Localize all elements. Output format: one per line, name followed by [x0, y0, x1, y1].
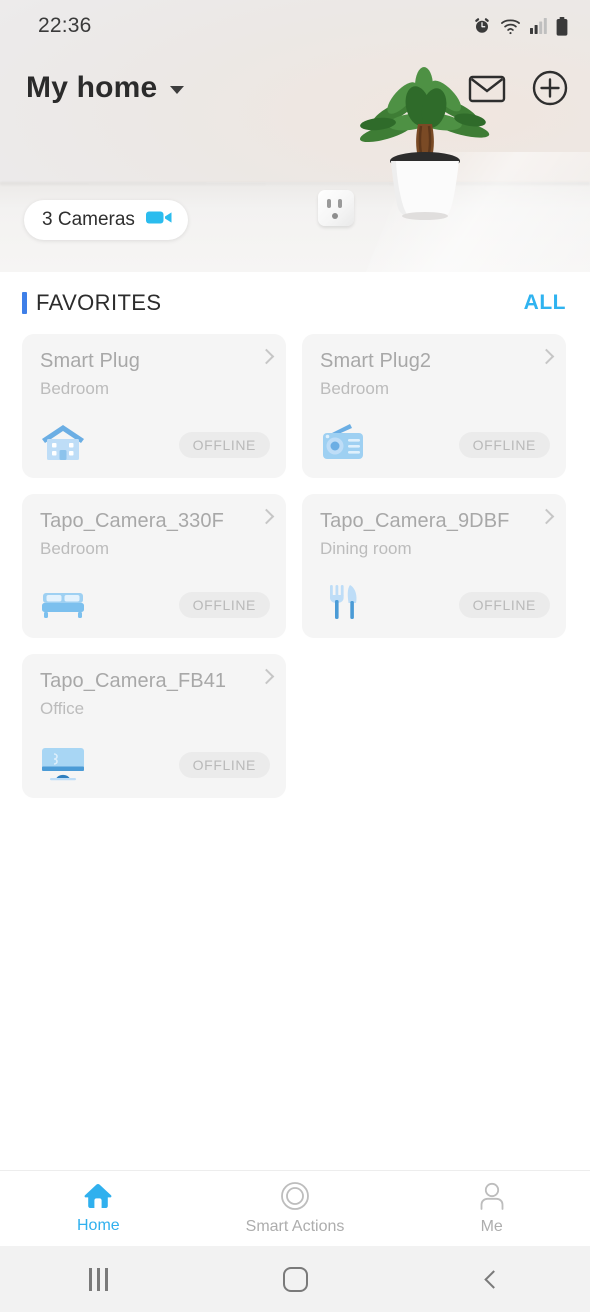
all-link[interactable]: ALL	[524, 291, 568, 315]
circle-target-icon	[280, 1181, 310, 1211]
device-name: Tapo_Camera_330F	[40, 510, 224, 532]
alarm-icon	[473, 17, 491, 35]
android-system-bar	[0, 1246, 590, 1312]
main-content: FAVORITES ALL Smart Plug Bedroom OFFLINE…	[0, 272, 590, 1170]
smart-plug-photo	[318, 190, 354, 226]
nav-item-home[interactable]: Home	[0, 1182, 197, 1235]
nav-item-me[interactable]: Me	[393, 1182, 590, 1236]
home-square-icon	[282, 1266, 308, 1292]
page-title: My home	[26, 71, 158, 104]
status-badge: OFFLINE	[178, 432, 270, 458]
status-badge: OFFLINE	[178, 592, 270, 618]
section-title: FAVORITES	[36, 290, 162, 315]
status-badge: OFFLINE	[178, 752, 270, 778]
nav-label-smart-actions: Smart Actions	[245, 1218, 345, 1235]
status-icon-group	[473, 16, 568, 36]
hero-banner: 22:36 My home 3 Cameras	[0, 0, 590, 272]
device-card[interactable]: Smart Plug Bedroom OFFLINE	[22, 334, 286, 478]
battery-icon	[556, 16, 568, 36]
camera-count-pill[interactable]: 3 Cameras	[24, 200, 188, 240]
chevron-down-icon[interactable]	[170, 86, 185, 94]
camcorder-icon	[145, 209, 172, 231]
device-room: Bedroom	[40, 379, 109, 398]
home-button[interactable]	[197, 1266, 394, 1292]
bottom-navigation: Home Smart Actions Me	[0, 1170, 590, 1246]
status-bar: 22:36	[0, 0, 590, 52]
status-badge: OFFLINE	[458, 592, 550, 618]
device-card[interactable]: Smart Plug2 Bedroom OFFLINE	[302, 334, 566, 478]
device-card-grid: Smart Plug Bedroom OFFLINE Smart Plug2 B…	[22, 334, 568, 798]
wifi-icon	[500, 18, 521, 35]
section-title-group: FAVORITES	[22, 290, 161, 316]
header-action-group	[468, 70, 568, 106]
device-name: Smart Plug	[40, 350, 140, 372]
recents-button[interactable]	[0, 1267, 197, 1291]
nav-item-smart-actions[interactable]: Smart Actions	[197, 1181, 394, 1236]
house-icon	[40, 422, 86, 462]
radio-icon	[320, 422, 366, 462]
mail-icon[interactable]	[468, 73, 506, 103]
status-badge: OFFLINE	[458, 432, 550, 458]
device-card[interactable]: Tapo_Camera_330F Bedroom OFFLINE	[22, 494, 286, 638]
device-room: Office	[40, 699, 85, 718]
bed-icon	[40, 582, 86, 622]
cellular-signal-icon	[530, 18, 547, 34]
person-icon	[478, 1182, 506, 1211]
favorites-section-header: FAVORITES ALL	[22, 272, 568, 334]
device-name: Tapo_Camera_9DBF	[320, 510, 510, 532]
nav-label-me: Me	[480, 1217, 503, 1235]
status-time: 22:36	[38, 14, 92, 37]
monitor-icon	[40, 742, 86, 782]
home-selector[interactable]: My home	[26, 71, 185, 105]
device-room: Bedroom	[40, 539, 109, 558]
device-card[interactable]: Tapo_Camera_FB41 Office OFFLINE	[22, 654, 286, 798]
app-header: My home	[0, 52, 590, 124]
recents-icon	[88, 1267, 108, 1291]
back-chevron-icon	[484, 1269, 503, 1289]
device-name: Tapo_Camera_FB41	[40, 670, 227, 692]
device-room: Dining room	[320, 539, 412, 558]
back-button[interactable]	[393, 1269, 590, 1289]
device-card[interactable]: Tapo_Camera_9DBF Dining room OFFLINE	[302, 494, 566, 638]
app-root: 22:36 My home 3 Cameras FAVORITES ALL Sm…	[0, 0, 590, 1312]
nav-label-home: Home	[76, 1217, 120, 1234]
device-room: Bedroom	[320, 379, 389, 398]
home-icon	[83, 1182, 113, 1210]
camera-count-label: 3 Cameras	[42, 209, 135, 230]
section-accent-bar	[22, 292, 27, 314]
cutlery-icon	[320, 582, 366, 622]
device-name: Smart Plug2	[320, 350, 432, 372]
plus-circle-icon[interactable]	[532, 70, 568, 106]
